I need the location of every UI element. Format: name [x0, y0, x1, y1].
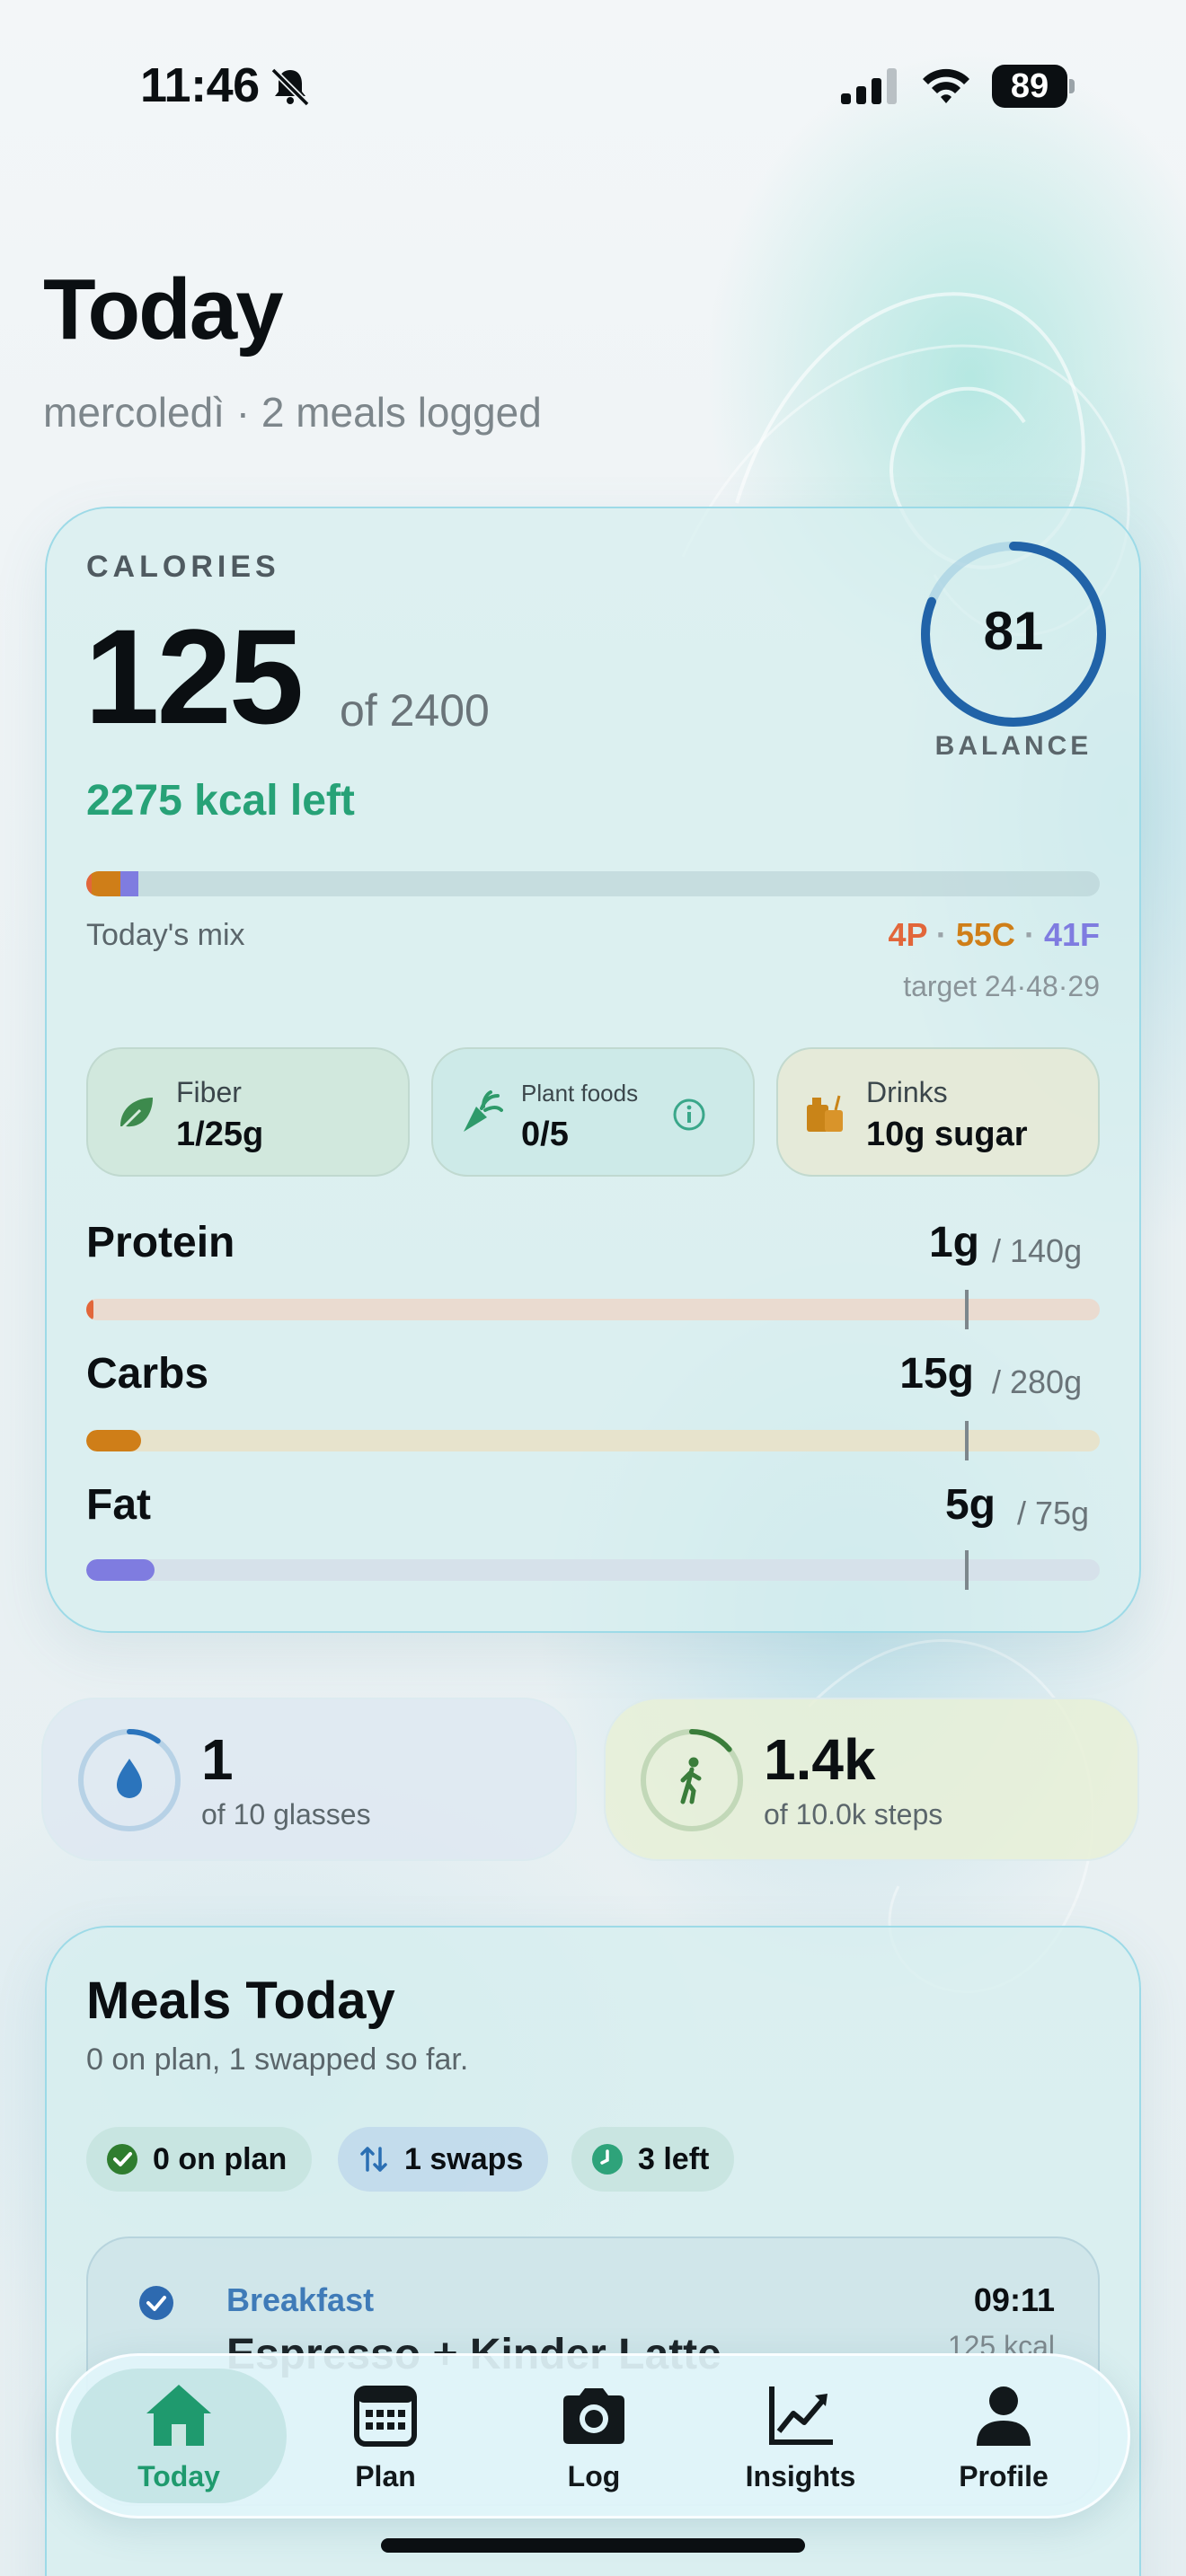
water-drop-icon: [117, 1759, 142, 1798]
calories-target: of 2400: [340, 685, 490, 736]
water-value: 1: [201, 1727, 234, 1792]
steps-subtitle: of 10.0k steps: [764, 1798, 943, 1831]
fiber-value: 1/25g: [176, 1116, 264, 1153]
status-time: 11:46: [140, 58, 260, 112]
tab-plan[interactable]: Plan: [287, 2356, 484, 2521]
tab-plan-label: Plan: [355, 2460, 416, 2492]
mix-carbs-segment: [92, 871, 120, 896]
mix-carbs: 55C: [955, 916, 1015, 953]
chart-icon: [769, 2386, 833, 2445]
tab-log[interactable]: Log: [495, 2356, 693, 2521]
tab-insights[interactable]: Insights: [702, 2356, 899, 2521]
mix-separator: ·: [935, 916, 947, 953]
page-subtitle: mercoledì · 2 meals logged: [43, 389, 542, 436]
macro-protein-name: Protein: [86, 1219, 235, 1266]
macro-fat-name: Fat: [86, 1481, 151, 1529]
leaf-icon: [120, 1098, 153, 1130]
battery-indicator: 89: [992, 65, 1075, 108]
tab-profile[interactable]: Profile: [905, 2356, 1102, 2521]
person-icon: [977, 2386, 1031, 2446]
cellular-signal-icon: [841, 68, 897, 104]
silent-bell-icon: [270, 67, 310, 106]
chip-on-plan-label: 0 on plan: [153, 2141, 288, 2176]
macro-fat-target-marker: [965, 1550, 969, 1590]
drinks-value: 10g sugar: [866, 1116, 1028, 1153]
chip-left[interactable]: 3 left: [571, 2127, 735, 2192]
macro-carbs-value: 15g: [899, 1350, 974, 1398]
macro-protein-value: 1g: [928, 1219, 979, 1266]
tab-today-label: Today: [137, 2460, 220, 2492]
plant-foods-value: 0/5: [521, 1116, 569, 1153]
carrot-icon: [464, 1090, 503, 1132]
water-card[interactable]: 1 of 10 glasses: [41, 1698, 577, 1861]
tab-log-label: Log: [567, 2460, 621, 2492]
battery-level: 89: [1010, 67, 1049, 105]
mix-protein: 4P: [888, 916, 927, 953]
chip-on-plan[interactable]: 0 on plan: [86, 2127, 313, 2192]
macro-protein-target-marker: [965, 1290, 969, 1329]
info-icon[interactable]: [672, 1098, 706, 1132]
mix-target: target 24·48·29: [903, 970, 1100, 1002]
macro-carbs-fill: [86, 1430, 141, 1451]
chip-swaps-label: 1 swaps: [404, 2141, 524, 2176]
home-icon: [146, 2385, 211, 2446]
calories-consumed: 125: [84, 601, 304, 752]
chip-swaps[interactable]: 1 swaps: [338, 2127, 549, 2192]
balance-score: 81: [983, 601, 1044, 661]
mix-values: 4P · 55C · 41F: [740, 916, 1100, 954]
macro-carbs-name: Carbs: [86, 1350, 209, 1398]
camera-icon: [563, 2388, 624, 2444]
meal-type: Breakfast: [226, 2281, 375, 2318]
meals-subtitle: 0 on plan, 1 swapped so far.: [86, 2042, 469, 2077]
plant-foods-title: Plant foods: [521, 1080, 639, 1107]
wifi-icon: [923, 68, 969, 103]
tab-today[interactable]: Today: [80, 2356, 278, 2521]
home-indicator: [381, 2538, 805, 2553]
macro-fat-value: 5g: [944, 1481, 996, 1529]
macro-fat-fill: [86, 1559, 155, 1581]
mix-label: Today's mix: [86, 918, 245, 952]
steps-progress-ring: [641, 1729, 743, 1831]
mix-fat-segment: [119, 871, 138, 896]
water-progress-ring: [78, 1729, 181, 1831]
macro-carbs-target-marker: [965, 1421, 969, 1460]
meal-logged-check-icon: [139, 2286, 173, 2320]
calendar-icon: [354, 2386, 417, 2447]
macro-protein-track: [86, 1299, 1100, 1320]
meals-title: Meals Today: [86, 1972, 395, 2030]
tab-insights-label: Insights: [745, 2460, 856, 2492]
calories-left: 2275 kcal left: [86, 777, 355, 825]
drinks-pill[interactable]: Drinks 10g sugar: [776, 1047, 1100, 1177]
chip-left-label: 3 left: [638, 2141, 710, 2176]
tab-bar: Today Plan Log Insights Profile: [56, 2353, 1130, 2519]
balance-label: BALANCE: [934, 731, 1093, 761]
mix-fat: 41F: [1043, 916, 1100, 953]
steps-card[interactable]: 1.4k of 10.0k steps: [604, 1698, 1139, 1861]
walking-icon: [680, 1757, 702, 1804]
tab-profile-label: Profile: [959, 2460, 1049, 2492]
water-subtitle: of 10 glasses: [201, 1798, 371, 1831]
macro-protein-target: / 140g: [992, 1232, 1083, 1269]
fiber-title: Fiber: [176, 1076, 242, 1108]
macro-carbs-target: / 280g: [992, 1363, 1083, 1400]
calories-label: CALORIES: [86, 550, 280, 584]
swap-arrows-icon: [360, 2147, 387, 2172]
steps-value: 1.4k: [764, 1727, 876, 1792]
macro-fat-track: [86, 1559, 1100, 1581]
macro-mix-bar: [86, 871, 1100, 896]
macro-fat-target: / 75g: [1017, 1495, 1090, 1531]
drinks-icon: [807, 1095, 843, 1132]
fiber-pill[interactable]: Fiber 1/25g: [86, 1047, 410, 1177]
plant-foods-pill[interactable]: Plant foods 0/5: [431, 1047, 755, 1177]
drinks-title: Drinks: [866, 1076, 948, 1108]
clock-icon: [592, 2144, 623, 2175]
mix-separator: ·: [1023, 916, 1035, 953]
page-title: Today: [43, 261, 284, 357]
check-circle-icon: [107, 2144, 137, 2175]
macro-protein-fill: [86, 1299, 93, 1320]
macro-carbs-track: [86, 1430, 1100, 1451]
meal-time: 09:11: [973, 2281, 1055, 2318]
